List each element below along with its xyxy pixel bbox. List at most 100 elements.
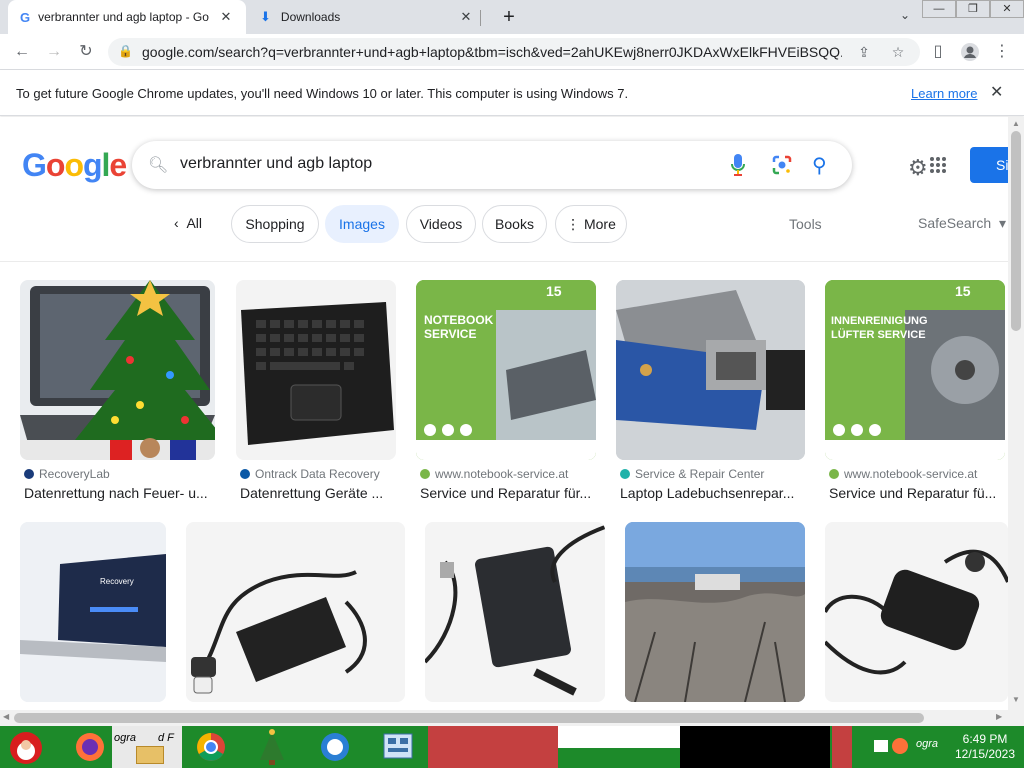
chip-shopping[interactable]: Shopping <box>231 205 319 243</box>
image-result-8[interactable] <box>425 522 605 702</box>
close-icon[interactable]: ✕ <box>990 82 1003 102</box>
horizontal-scrollbar[interactable]: ◀ ▶ <box>0 710 1024 726</box>
tray-icon[interactable] <box>832 726 852 768</box>
scrollbar-thumb[interactable] <box>14 713 924 723</box>
google-doodle-logo[interactable]: Google <box>22 147 127 184</box>
taskbar-item-label: d F <box>158 732 174 744</box>
back-arrow-icon[interactable]: ← <box>10 40 34 64</box>
result-source[interactable]: Ontrack Data Recovery <box>240 467 396 481</box>
firefox-tray-icon[interactable] <box>892 738 908 754</box>
bookmark-star-icon[interactable]: ☆ <box>888 42 908 62</box>
result-source[interactable]: www.notebook-service.at <box>420 467 596 481</box>
taskbar-window-item[interactable]: ogra d F <box>112 726 182 768</box>
kebab-menu-icon[interactable]: ⋮ <box>990 40 1014 64</box>
scroll-down-arrow-icon[interactable]: ▼ <box>1012 695 1020 704</box>
chip-videos[interactable]: Videos <box>406 205 476 243</box>
minimize-button[interactable]: — <box>922 0 956 18</box>
new-tab-button[interactable]: + <box>496 6 522 28</box>
google-apps-icon[interactable] <box>930 157 946 173</box>
image-result-4[interactable]: Service & Repair Center Laptop Ladebuchs… <box>616 280 805 510</box>
result-title[interactable]: Datenrettung Geräte ... <box>240 485 390 501</box>
tab-separator <box>480 10 481 26</box>
profile-avatar-icon[interactable] <box>958 40 982 64</box>
close-icon[interactable]: ✕ <box>458 9 474 25</box>
taskbar-window-item[interactable] <box>558 726 680 748</box>
messenger-icon[interactable] <box>312 726 358 768</box>
taskbar-window-item[interactable] <box>428 726 558 768</box>
scrollbar-thumb[interactable] <box>1011 131 1021 331</box>
result-thumbnail[interactable] <box>186 522 405 702</box>
reload-icon[interactable]: ↻ <box>74 40 98 64</box>
folder-icon <box>136 746 164 764</box>
url-text: google.com/search?q=verbrannter+und+agb+… <box>142 44 842 60</box>
image-result-7[interactable] <box>186 522 405 702</box>
taskbar-clock[interactable]: 6:49 PM 12/15/2023 <box>946 732 1024 762</box>
scroll-right-arrow-icon[interactable]: ▶ <box>996 712 1002 721</box>
result-thumbnail[interactable] <box>825 522 1008 702</box>
tools-button[interactable]: Tools <box>789 216 822 232</box>
start-button[interactable] <box>0 726 58 768</box>
settings-gear-icon[interactable]: ⚙ <box>908 155 928 181</box>
image-result-2[interactable]: Ontrack Data Recovery Datenrettung Gerät… <box>236 280 396 510</box>
result-thumbnail[interactable] <box>236 280 396 460</box>
thumbnail-text: Recovery <box>100 577 134 586</box>
tab-downloads[interactable]: ⬇ Downloads ✕ <box>248 0 486 34</box>
image-result-3[interactable]: NOTEBOOK SERVICE 15 www.notebook-service… <box>416 280 596 510</box>
image-result-1[interactable]: RecoveryLab Datenrettung nach Feuer- u..… <box>20 280 215 510</box>
google-lens-icon[interactable] <box>772 155 792 175</box>
share-icon[interactable]: ⇪ <box>854 42 874 62</box>
image-result-9[interactable] <box>625 522 805 702</box>
maximize-button[interactable]: ❐ <box>956 0 990 18</box>
result-thumbnail[interactable]: NOTEBOOK SERVICE 15 <box>416 280 596 460</box>
search-submit-icon[interactable]: ⚲ <box>812 153 827 178</box>
windows-taskbar: ogra d F ogra 6:49 PM 12/15/2023 <box>0 726 1024 768</box>
vertical-scrollbar[interactable]: ▲ ▼ <box>1008 117 1024 710</box>
safesearch-dropdown[interactable]: SafeSearch ▾ <box>918 215 1006 232</box>
result-title[interactable]: Service und Reparatur fü... <box>829 485 1005 501</box>
close-icon[interactable]: ✕ <box>218 9 234 25</box>
image-result-10[interactable] <box>825 522 1008 702</box>
back-to-all-link[interactable]: ‹ All <box>174 215 202 231</box>
tab-google-search[interactable]: G verbrannter und agb laptop - Go ✕ <box>8 0 246 34</box>
scroll-left-arrow-icon[interactable]: ◀ <box>3 712 9 721</box>
search-box[interactable]: 🔍︎ verbrannter und agb laptop ⚲ <box>132 141 852 189</box>
firefox-icon[interactable] <box>70 726 110 768</box>
result-source[interactable]: RecoveryLab <box>24 467 214 481</box>
result-title[interactable]: Datenrettung nach Feuer- u... <box>24 485 214 501</box>
microphone-icon[interactable] <box>730 153 746 177</box>
image-result-5[interactable]: INNENREINIGUNG LÜFTER SERVICE 15 www.not… <box>825 280 1008 510</box>
result-thumbnail[interactable] <box>625 522 805 702</box>
favicon-icon <box>240 469 250 479</box>
clock-time: 6:49 PM <box>962 732 1008 746</box>
result-title[interactable]: Laptop Ladebuchsenrepar... <box>620 485 802 501</box>
result-thumbnail[interactable] <box>20 280 215 460</box>
search-query[interactable]: verbrannter und agb laptop <box>180 155 372 173</box>
sign-in-button[interactable]: Si <box>970 147 1008 183</box>
chip-more[interactable]: ⋮ More <box>555 205 627 243</box>
divider <box>0 261 1008 262</box>
result-thumbnail[interactable]: INNENREINIGUNG LÜFTER SERVICE 15 <box>825 280 1005 460</box>
svg-text:SERVICE: SERVICE <box>424 327 476 341</box>
image-result-6[interactable]: Recovery <box>20 522 166 702</box>
scroll-up-arrow-icon[interactable]: ▲ <box>1012 119 1020 128</box>
control-panel-icon[interactable] <box>372 726 424 768</box>
chevron-down-icon[interactable]: ⌄ <box>896 8 914 26</box>
close-window-button[interactable]: ✕ <box>990 0 1024 18</box>
result-thumbnail[interactable] <box>616 280 805 460</box>
christmas-tree-icon[interactable] <box>250 726 294 768</box>
learn-more-link[interactable]: Learn more <box>911 86 977 101</box>
result-title[interactable]: Service und Reparatur für... <box>420 485 596 501</box>
result-source[interactable]: www.notebook-service.at <box>829 467 1008 481</box>
forward-arrow-icon[interactable]: → <box>42 40 66 64</box>
chrome-icon[interactable] <box>188 726 234 768</box>
result-source[interactable]: Service & Repair Center <box>620 467 805 481</box>
flag-icon[interactable] <box>874 740 888 752</box>
result-thumbnail[interactable]: Recovery <box>20 522 166 702</box>
side-panel-icon[interactable]: ▯ <box>926 40 950 64</box>
system-tray: ogra <box>866 726 942 768</box>
address-bar[interactable]: 🔒 google.com/search?q=verbrannter+und+ag… <box>108 38 920 66</box>
chip-images[interactable]: Images <box>325 205 399 243</box>
chip-books[interactable]: Books <box>482 205 547 243</box>
search-filter-chips: ‹ All Shopping Images Videos Books ⋮ Mor… <box>0 205 1008 245</box>
result-thumbnail[interactable] <box>425 522 605 702</box>
